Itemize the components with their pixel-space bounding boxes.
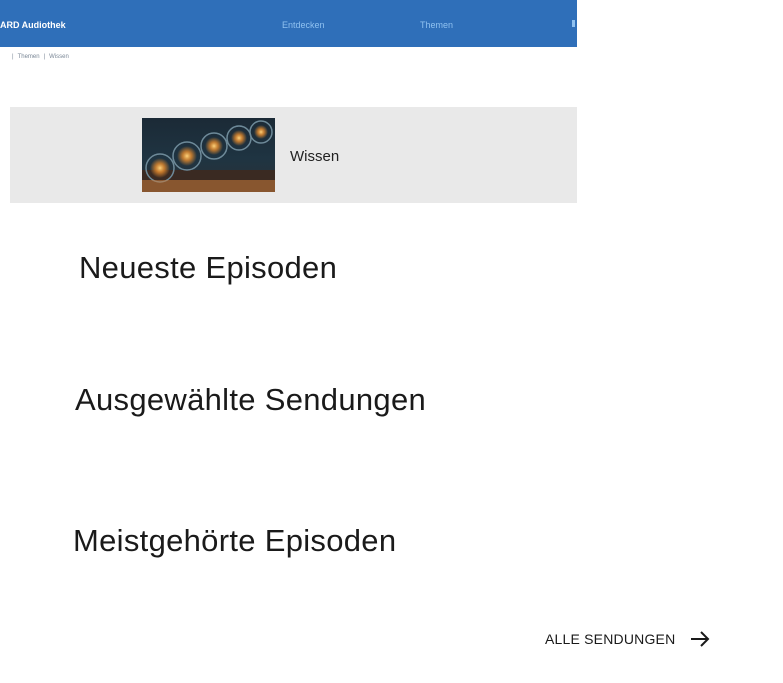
- breadcrumb-item-themen[interactable]: Themen: [18, 54, 40, 60]
- section-title-ausgewaehlte-sendungen: Ausgewählte Sendungen: [75, 382, 427, 417]
- breadcrumb-item-wissen: Wissen: [49, 54, 69, 60]
- breadcrumb-separator: |: [12, 54, 14, 60]
- nav-entdecken[interactable]: Entdecken: [282, 20, 325, 30]
- section-title-meistgehoerte-episoden: Meistgehörte Episoden: [73, 523, 397, 558]
- breadcrumb-separator: |: [43, 54, 46, 60]
- topic-title: Wissen: [290, 148, 340, 165]
- all-shows-button[interactable]: ALLE SENDUNGEN: [545, 627, 711, 651]
- breadcrumb: | Themen | Wissen: [8, 54, 69, 60]
- all-shows-label: ALLE SENDUNGEN: [545, 631, 676, 647]
- light-bulbs-image: [142, 118, 275, 192]
- nav-themen[interactable]: Themen: [420, 20, 453, 30]
- nav-overflow-item[interactable]: [572, 20, 575, 27]
- brand-logo[interactable]: ARD Audiothek: [0, 20, 66, 30]
- topic-hero: Wissen: [10, 107, 577, 203]
- section-title-neueste-episoden: Neueste Episoden: [79, 250, 338, 285]
- arrow-right-icon: [691, 631, 710, 647]
- header-bar: ARD Audiothek Entdecken Themen: [0, 0, 577, 47]
